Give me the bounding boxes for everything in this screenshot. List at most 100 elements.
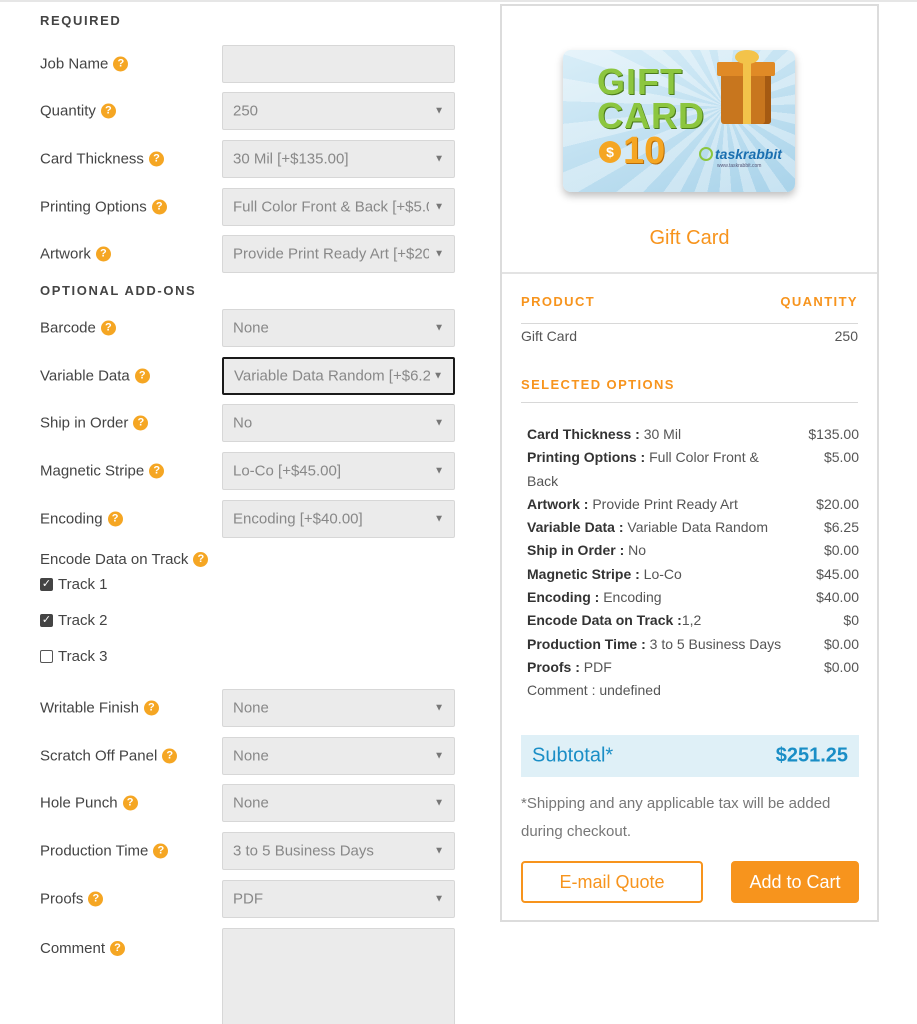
help-icon[interactable]: ? [110, 941, 126, 956]
add-to-cart-button[interactable]: Add to Cart [731, 861, 859, 903]
card-thickness-row: Card Thickness? 30 Mil [+$135.00] ▼ [40, 140, 456, 178]
caret-down-icon: ▼ [434, 322, 444, 334]
caret-down-icon: ▼ [434, 750, 444, 762]
help-icon[interactable]: ? [107, 511, 123, 527]
help-icon[interactable]: ? [100, 320, 116, 336]
caret-down-icon: ▼ [434, 702, 444, 714]
product-quantity: 250 [834, 328, 858, 344]
help-icon[interactable]: ? [95, 246, 111, 262]
production-time-row: Production Time? 3 to 5 Business Days ▼ [40, 832, 456, 870]
production-time-label: Production Time? [40, 843, 169, 860]
hole-punch-label: Hole Punch? [40, 795, 138, 812]
option-line: Variable Data : Variable Data Random $6.2… [527, 519, 859, 536]
help-icon[interactable]: ? [148, 151, 164, 167]
quantity-select[interactable]: 250 ▼ [222, 92, 455, 130]
job-name-label: Job Name? [40, 56, 129, 73]
rabbit-icon [699, 147, 713, 161]
help-icon[interactable]: ? [88, 891, 104, 907]
help-icon[interactable]: ? [122, 795, 138, 811]
option-line: Card Thickness : 30 Mil $135.00 [527, 426, 859, 442]
variable-data-row: Variable Data? Variable Data Random [+$6… [40, 357, 456, 395]
encode-track-label: Encode Data on Track? [40, 551, 209, 568]
encoding-select[interactable]: Encoding [+$40.00] ▼ [222, 500, 455, 538]
proofs-row: Proofs? PDF ▼ [40, 880, 456, 918]
checkbox-unchecked-icon[interactable] [40, 650, 53, 663]
ship-in-order-select[interactable]: No ▼ [222, 404, 455, 442]
subtotal-value: $251.25 [775, 744, 848, 767]
magnetic-stripe-label: Magnetic Stripe? [40, 463, 165, 480]
caret-down-icon: ▼ [434, 797, 444, 809]
taskrabbit-logo: taskrabbit www.taskrabbit.com [699, 146, 782, 169]
help-icon[interactable]: ? [162, 748, 178, 764]
help-icon[interactable]: ? [133, 415, 149, 431]
checkbox-checked-icon[interactable]: ✓ [40, 614, 53, 627]
help-icon[interactable]: ? [113, 56, 129, 72]
optional-section-title: OPTIONAL ADD-ONS [40, 283, 197, 298]
help-icon[interactable]: ? [153, 843, 169, 859]
help-icon[interactable]: ? [149, 463, 165, 479]
track-1-checkbox[interactable]: ✓ Track 1 [40, 576, 107, 593]
product-column-header: PRODUCT [521, 294, 596, 309]
job-name-row: Job Name? [40, 45, 456, 83]
help-icon[interactable]: ? [151, 199, 167, 215]
production-time-select[interactable]: 3 to 5 Business Days ▼ [222, 832, 455, 870]
job-name-input[interactable] [222, 45, 455, 83]
product-header: GIFT CARD $ 10 taskrabbit www.taskrabbit… [502, 6, 877, 274]
option-line: Artwork : Provide Print Ready Art $20.00 [527, 495, 859, 512]
card-thickness-select[interactable]: 30 Mil [+$135.00] ▼ [222, 140, 455, 178]
encoding-row: Encoding? Encoding [+$40.00] ▼ [40, 500, 456, 538]
variable-data-label: Variable Data? [40, 368, 150, 385]
caret-down-icon: ▼ [434, 417, 444, 429]
shipping-note: *Shipping and any applicable tax will be… [521, 795, 831, 840]
printing-options-label: Printing Options? [40, 199, 167, 216]
proofs-select[interactable]: PDF ▼ [222, 880, 455, 918]
help-icon[interactable]: ? [100, 103, 116, 119]
card-amount: $ 10 [599, 130, 665, 173]
email-quote-button[interactable]: E-mail Quote [521, 861, 703, 903]
artwork-select[interactable]: Provide Print Ready Art [+$20.00]▼ [222, 235, 455, 273]
product-name: Gift Card [521, 328, 578, 344]
product-row: Gift Card 250 [521, 328, 858, 344]
product-title: Gift Card [649, 227, 730, 249]
proofs-label: Proofs? [40, 891, 104, 908]
caret-down-icon: ▼ [434, 105, 444, 117]
help-icon[interactable]: ? [143, 700, 159, 716]
scratch-off-select[interactable]: None ▼ [222, 737, 455, 775]
printing-options-row: Printing Options? Full Color Front & Bac… [40, 188, 456, 226]
quantity-column-header: QUANTITY [780, 294, 858, 309]
magnetic-stripe-row: Magnetic Stripe? Lo-Co [+$45.00] ▼ [40, 452, 456, 490]
artwork-label: Artwork? [40, 246, 111, 263]
encoding-label: Encoding? [40, 511, 123, 528]
card-word-card: CARD [597, 95, 705, 136]
hole-punch-row: Hole Punch? None ▼ [40, 784, 456, 822]
option-line: Encoding : Encoding $40.00 [527, 589, 859, 606]
comment-line: Comment : undefined [527, 682, 661, 699]
barcode-select[interactable]: None ▼ [222, 309, 455, 347]
subtotal-bar: Subtotal* $251.25 [521, 735, 859, 777]
dollar-coin-icon: $ [599, 140, 621, 163]
summary-table-header: PRODUCT QUANTITY [521, 294, 858, 324]
option-line: Encode Data on Track :1,2 $0 [527, 612, 859, 629]
help-icon[interactable]: ? [134, 368, 150, 384]
caret-down-icon: ▼ [434, 201, 444, 213]
required-section-title: REQUIRED [40, 13, 122, 28]
track-2-checkbox[interactable]: ✓ Track 2 [40, 612, 107, 629]
writable-finish-label: Writable Finish? [40, 700, 159, 717]
comment-textarea[interactable] [222, 928, 455, 1024]
quantity-row: Quantity? 250 ▼ [40, 92, 456, 130]
writable-finish-select[interactable]: None ▼ [222, 689, 455, 727]
printing-options-select[interactable]: Full Color Front & Back [+$5.00] ▼ [222, 188, 455, 226]
quantity-label: Quantity? [40, 103, 116, 120]
barcode-label: Barcode? [40, 320, 116, 337]
checkbox-checked-icon[interactable]: ✓ [40, 578, 53, 591]
hole-punch-select[interactable]: None ▼ [222, 784, 455, 822]
caret-down-icon: ▼ [434, 893, 444, 905]
ship-in-order-row: Ship in Order? No ▼ [40, 404, 456, 442]
variable-data-select[interactable]: Variable Data Random [+$6.25] ▼ [222, 357, 455, 395]
magnetic-stripe-select[interactable]: Lo-Co [+$45.00] ▼ [222, 452, 455, 490]
help-icon[interactable]: ? [193, 552, 209, 567]
option-line: Magnetic Stripe : Lo-Co $45.00 [527, 565, 859, 582]
writable-finish-row: Writable Finish? None ▼ [40, 689, 456, 727]
scratch-off-row: Scratch Off Panel? None ▼ [40, 737, 456, 775]
track-3-checkbox[interactable]: Track 3 [40, 648, 107, 665]
